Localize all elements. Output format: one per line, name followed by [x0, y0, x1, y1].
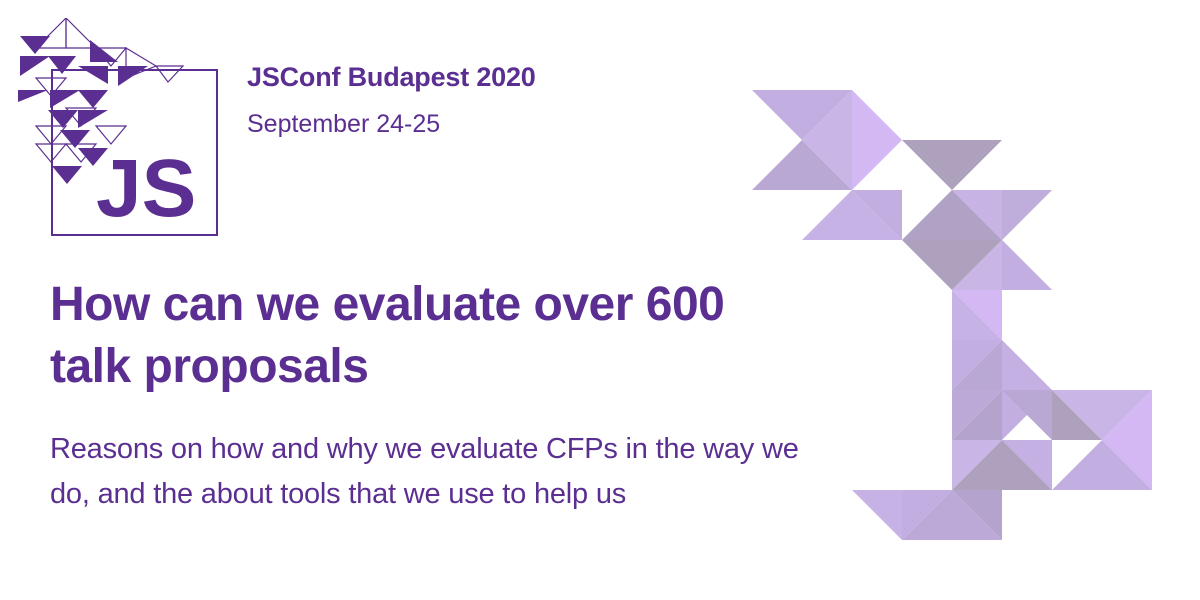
- logo-js-text: JS: [96, 143, 196, 234]
- geometric-decoration: [752, 90, 1152, 540]
- talk-description: Reasons on how and why we evaluate CFPs …: [50, 433, 799, 510]
- decoration-triangles: [752, 90, 1152, 540]
- event-date: September 24-25: [247, 110, 441, 138]
- talk-title: How can we evaluate over 600 talk propos…: [50, 278, 725, 393]
- event-title: JSConf Budapest 2020: [247, 62, 536, 92]
- jsconf-logo: JS: [18, 18, 218, 236]
- promo-card: JS JSConf Budapest 2020 September 24-25 …: [0, 0, 1200, 600]
